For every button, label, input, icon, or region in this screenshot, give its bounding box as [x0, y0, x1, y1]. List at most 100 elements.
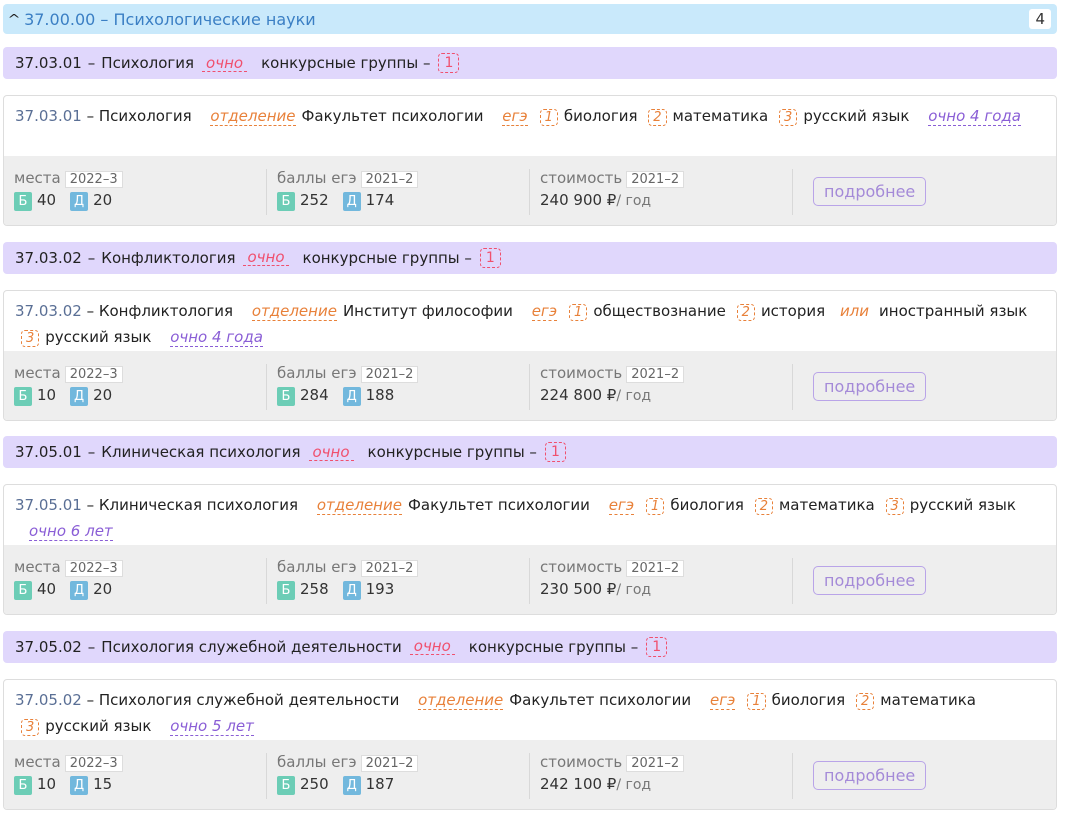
scores-paid: 174	[365, 191, 395, 209]
program-card: 37.03.01 – Психология отделение Факультет…	[3, 95, 1057, 226]
cost-block: стоимость 2021–2 230 500 ₽/ год	[530, 558, 793, 604]
groups-count[interactable]: 1	[438, 53, 460, 73]
paid-badge: Д	[342, 581, 361, 600]
cost-block: стоимость 2021–2 242 100 ₽/ год	[530, 752, 793, 799]
study-form-link[interactable]: очно	[409, 638, 455, 655]
scores-label: баллы егэ	[277, 169, 357, 187]
places-paid: 20	[93, 191, 113, 209]
dash: –	[87, 54, 96, 72]
more-button[interactable]: подробнее	[813, 177, 927, 206]
ege-label[interactable]: егэ	[502, 107, 528, 126]
places-budget: 10	[37, 385, 57, 404]
cost-label: стоимость	[540, 169, 623, 187]
department-name: Факультет психологии	[509, 690, 692, 709]
dash: –	[86, 496, 95, 514]
program-name: Психология	[101, 54, 195, 72]
duration-link[interactable]: очно 4 года	[170, 327, 263, 347]
places-paid: 20	[93, 385, 113, 404]
ege-label[interactable]: егэ	[531, 301, 558, 321]
places-year: 2022–3	[64, 171, 123, 188]
per-year: / год	[616, 387, 652, 404]
duration-link[interactable]: очно 6 лет	[29, 522, 113, 541]
places-block: места 2022–3 Б 10 Д 15	[4, 752, 267, 799]
groups-count[interactable]: 1	[544, 442, 566, 462]
scores-paid: 188	[365, 385, 395, 404]
per-year: / год	[616, 582, 652, 598]
program-code: 37.03.02	[15, 301, 82, 320]
study-form-link[interactable]: очно	[243, 249, 289, 266]
actions-block: подробнее	[793, 753, 1056, 799]
paid-badge: Д	[70, 192, 89, 211]
cost-year: 2021–2	[626, 560, 685, 577]
subject-name: математика	[672, 107, 769, 125]
more-button[interactable]: подробнее	[813, 566, 927, 595]
cost-value: 230 500 ₽	[540, 580, 617, 598]
department-label[interactable]: отделение	[210, 107, 296, 126]
subject-number: 3	[21, 718, 40, 736]
scores-block: баллы егэ 2021–2 Б 250 Д 187	[267, 752, 530, 799]
groups-count[interactable]: 1	[646, 636, 668, 657]
dash: –	[87, 248, 96, 267]
cost-block: стоимость 2021–2 224 800 ₽/ год	[530, 363, 793, 410]
subject-name: обществознание	[593, 301, 726, 320]
scores-budget: 252	[300, 191, 329, 209]
program-name: Клиническая психология	[101, 443, 301, 461]
cost-label: стоимость	[540, 558, 623, 576]
budget-badge: Б	[14, 192, 32, 211]
study-form-link[interactable]: очно	[202, 55, 248, 72]
section-count-badge: 4	[1029, 9, 1051, 29]
dash: –	[86, 690, 95, 709]
paid-badge: Д	[342, 386, 361, 406]
cost-year: 2021–2	[626, 365, 685, 383]
department-label[interactable]: отделение	[418, 690, 504, 710]
section-title: 37.00.00 – Психологические науки	[24, 9, 316, 29]
subject-name: биология	[771, 690, 846, 709]
scores-year: 2021–2	[360, 171, 419, 188]
department-name: Факультет психологии	[407, 496, 590, 514]
program-group-header[interactable]: 37.03.01– Психология очно конкурсные груп…	[3, 47, 1057, 79]
program-code: 37.05.01	[15, 496, 82, 514]
ege-label[interactable]: егэ	[608, 496, 635, 515]
study-form-link[interactable]: очно	[308, 444, 354, 461]
program-card: 37.05.01 – Клиническая психология отделе…	[3, 484, 1057, 615]
scores-block: баллы егэ 2021–2 Б 258 Д 193	[267, 558, 530, 604]
groups-label: конкурсные группы –	[468, 637, 639, 656]
program-group-header[interactable]: 37.05.01– Клиническая психология очно кон…	[3, 436, 1057, 468]
program-group-header[interactable]: 37.05.02– Психология служебной деятельнос…	[3, 630, 1057, 663]
more-button[interactable]: подробнее	[813, 760, 927, 790]
scores-year: 2021–2	[360, 754, 419, 772]
ege-label[interactable]: егэ	[709, 690, 736, 710]
subject-name: русский язык	[45, 327, 152, 346]
program-name: Конфликтология	[101, 248, 236, 267]
scores-paid: 193	[365, 580, 395, 598]
cost-value: 242 100 ₽	[540, 774, 617, 793]
program-code: 37.03.01	[15, 54, 82, 72]
department-name: Факультет психологии	[301, 107, 484, 125]
program-group-header[interactable]: 37.03.02– Конфликтология очно конкурсные …	[3, 241, 1057, 274]
places-year: 2022–3	[64, 560, 123, 577]
department-label[interactable]: отделение	[316, 496, 402, 515]
chevron-up-icon[interactable]: ^	[7, 12, 20, 26]
paid-badge: Д	[70, 581, 89, 600]
budget-badge: Б	[14, 581, 32, 600]
subject-number: 1	[539, 109, 558, 126]
department-label[interactable]: отделение	[251, 301, 337, 321]
scores-label: баллы егэ	[277, 752, 357, 771]
duration-link[interactable]: очно 4 года	[928, 107, 1021, 126]
cost-block: стоимость 2021–2 240 900 ₽/ год	[530, 169, 793, 215]
scores-budget: 284	[300, 385, 329, 404]
places-block: места 2022–3 Б 40 Д 20	[4, 558, 267, 604]
subject-name: русский язык	[803, 107, 910, 125]
dash: –	[87, 443, 96, 461]
program-code: 37.03.01	[15, 107, 82, 125]
subject-number: 1	[646, 498, 665, 515]
section-header[interactable]: ^ 37.00.00 – Психологические науки 4	[3, 4, 1057, 34]
more-button[interactable]: подробнее	[813, 371, 927, 401]
places-label: места	[14, 752, 61, 771]
cost-year: 2021–2	[626, 754, 685, 772]
duration-link[interactable]: очно 5 лет	[170, 716, 254, 736]
actions-block: подробнее	[793, 558, 1056, 604]
scores-block: баллы егэ 2021–2 Б 252 Д 174	[267, 169, 530, 215]
groups-count[interactable]: 1	[479, 247, 501, 268]
places-block: места 2022–3 Б 10 Д 20	[4, 363, 267, 410]
